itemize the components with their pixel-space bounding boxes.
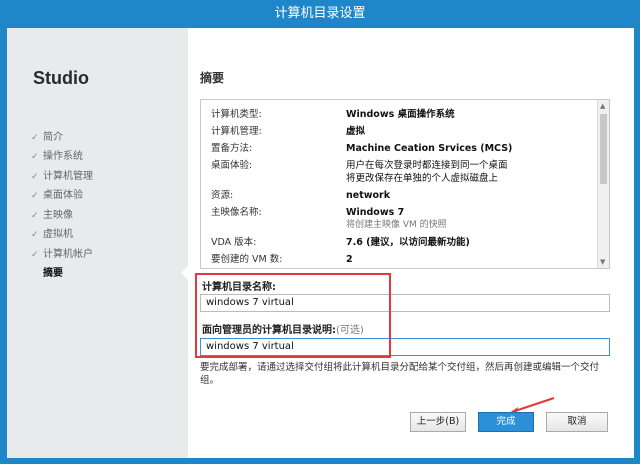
highlight-box [195, 273, 391, 358]
summary-row: 桌面体验: 用户在每次登录时都连接到同一个桌面 将更改保存在单独的个人虚拟磁盘上 [211, 160, 508, 184]
scroll-down-icon[interactable]: ▼ [600, 258, 605, 266]
check-icon: ✓ [31, 210, 39, 221]
step-item[interactable]: ✓ 主映像 [31, 206, 93, 226]
check-icon: ✓ [31, 152, 39, 163]
check-icon: ✓ [31, 132, 39, 143]
step-item[interactable]: ✓ 简介 [31, 128, 93, 148]
cancel-button[interactable]: 取消 [546, 412, 608, 432]
page-title: 摘要 [200, 71, 225, 85]
summary-row: VDA 版本: 7.6 (建议，以访问最新功能) [211, 237, 470, 248]
step-item[interactable]: ✓ 计算机管理 [31, 167, 93, 187]
wizard-window: Studio ✓ 简介 ✓ 操作系统 ✓ 计算机管理 ✓ 桌面体验 ✓ 主映像 ✓ 虚拟机 … [7, 28, 634, 458]
summary-scrollbar[interactable]: ▲ ▼ [597, 100, 609, 268]
summary-row: 置备方法: Machine Ceation Srvices (MCS) [211, 143, 513, 154]
summary-row: 资源: network [211, 190, 391, 201]
summary-row: 计算机管理: 虚拟 [211, 126, 366, 137]
window-title-bar: 计算机目录设置 [0, 0, 640, 28]
scrollbar-thumb[interactable] [600, 114, 607, 184]
completion-note: 要完成部署，请通过选择交付组将此计算机目录分配给某个交付组，然后再创建或编辑一个… [200, 362, 600, 386]
step-item[interactable]: ✓ 操作系统 [31, 148, 93, 168]
summary-row: 要创建的 VM 数: 2 [211, 254, 353, 265]
product-name: Studio [33, 68, 89, 88]
step-item-current[interactable]: 摘要 [31, 265, 93, 285]
check-icon: ✓ [31, 230, 39, 241]
finish-button[interactable]: 完成 [478, 412, 534, 432]
step-item[interactable]: ✓ 虚拟机 [31, 226, 93, 246]
check-icon: ✓ [31, 191, 39, 202]
summary-row: 计算机类型: Windows 桌面操作系统 [211, 109, 455, 120]
window-title: 计算机目录设置 [274, 6, 366, 21]
summary-panel: 计算机类型: Windows 桌面操作系统 计算机管理: 虚拟 置备方法: Machi… [200, 99, 610, 269]
current-step-pointer [181, 266, 188, 280]
summary-row: 主映像名称: Windows 7 将创建主映像 VM 的快照 [211, 207, 447, 230]
wizard-sidebar: Studio ✓ 简介 ✓ 操作系统 ✓ 计算机管理 ✓ 桌面体验 ✓ 主映像 ✓ 虚拟机 … [7, 28, 188, 458]
step-item[interactable]: ✓ 桌面体验 [31, 187, 93, 207]
step-item[interactable]: ✓ 计算机帐户 [31, 245, 93, 265]
back-button[interactable]: 上一步(B) [410, 412, 466, 432]
check-icon: ✓ [31, 171, 39, 182]
wizard-steps: ✓ 简介 ✓ 操作系统 ✓ 计算机管理 ✓ 桌面体验 ✓ 主映像 ✓ 虚拟机 ✓ 计算机帐户 … [31, 128, 93, 284]
scroll-up-icon[interactable]: ▲ [600, 102, 605, 110]
check-icon: ✓ [31, 249, 39, 260]
wizard-main: 摘要 计算机类型: Windows 桌面操作系统 计算机管理: 虚拟 置备方法: Ma… [188, 28, 634, 458]
